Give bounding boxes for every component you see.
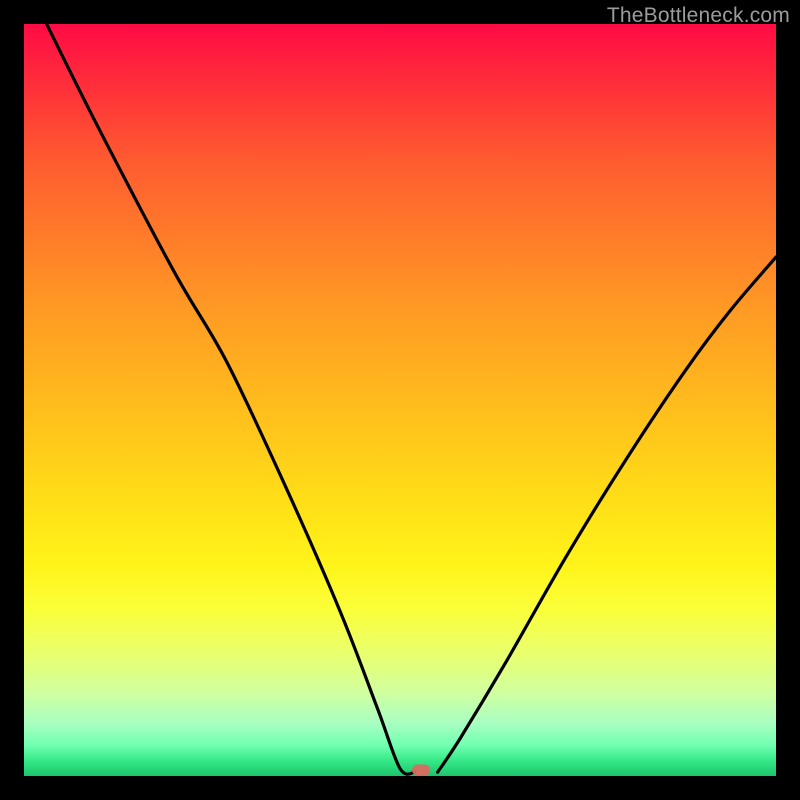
curve-left-branch (47, 24, 415, 774)
curve-right-branch (438, 257, 776, 772)
optimum-marker (412, 764, 430, 775)
bottleneck-curve (24, 24, 776, 776)
chart-frame: TheBottleneck.com (0, 0, 800, 800)
plot-area (24, 24, 776, 776)
